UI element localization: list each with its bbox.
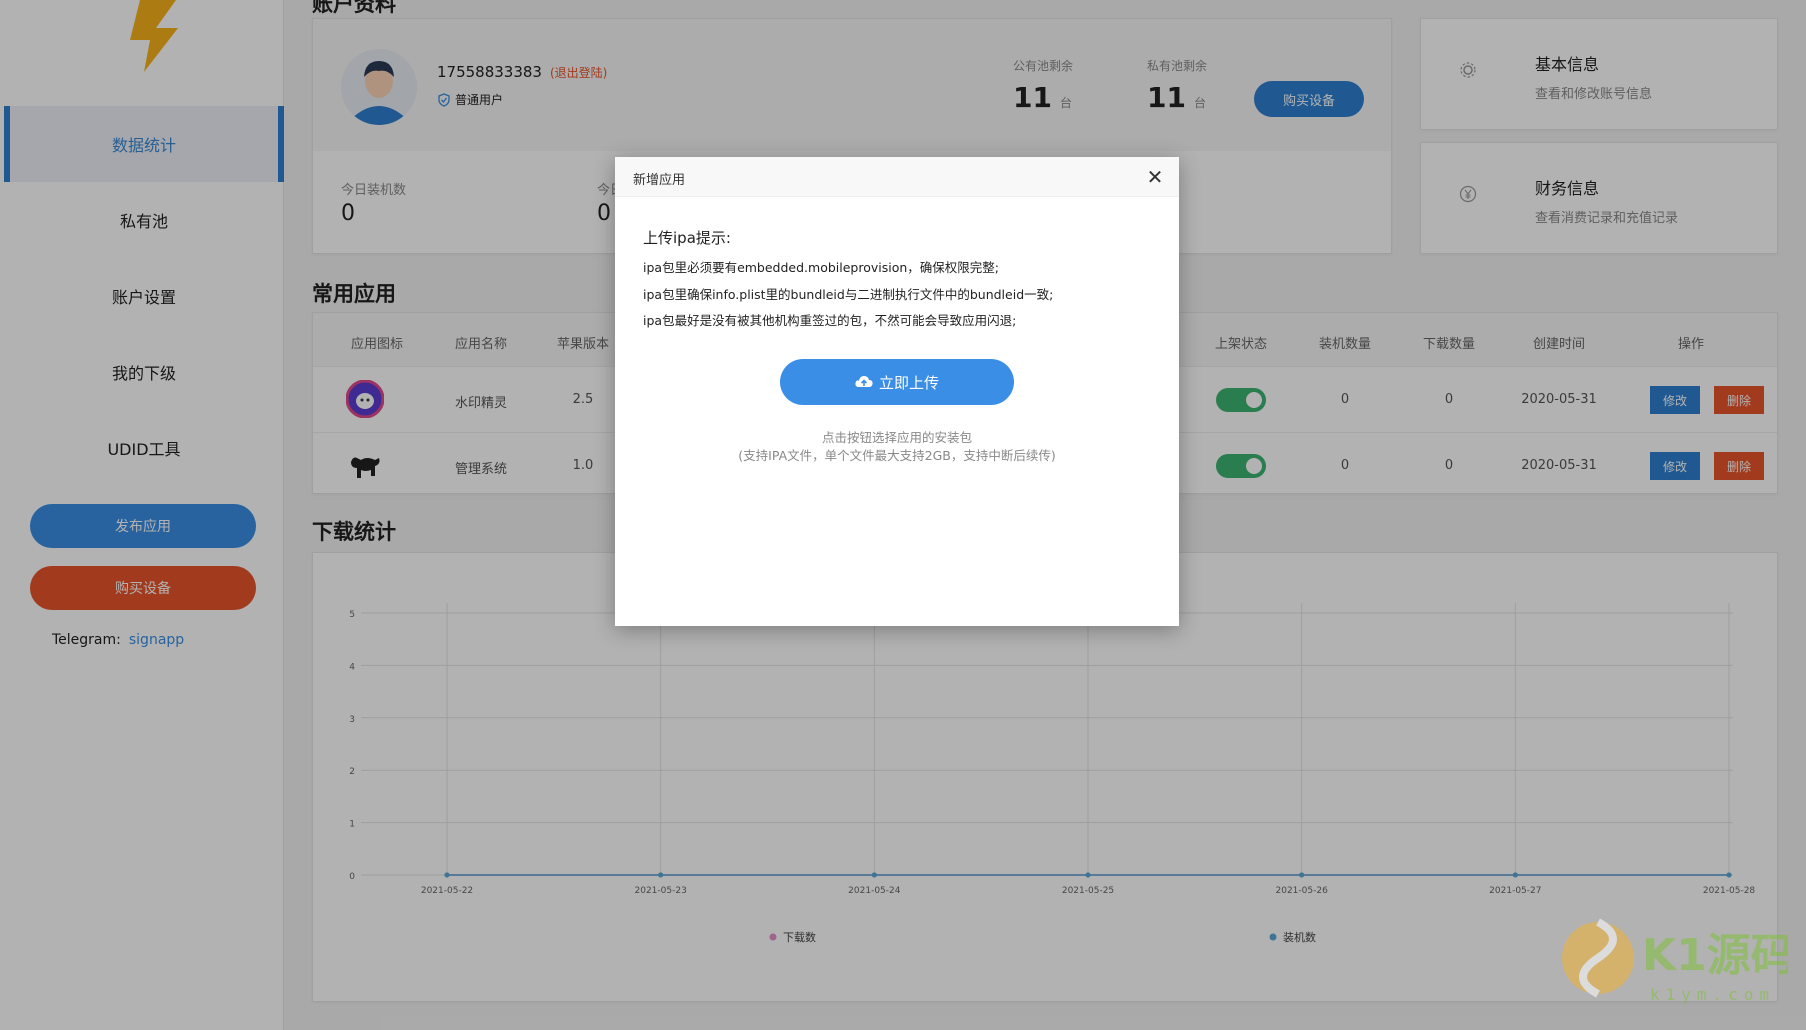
upload-tip: ipa包里必须要有embedded.mobileprovision，确保权限完整… <box>643 260 1000 275</box>
upload-tip: ipa包里确保info.plist里的bundleid与二进制执行文件中的bun… <box>643 287 1054 302</box>
upload-tip: ipa包最好是没有被其他机构重签过的包，不然可能会导致应用闪退; <box>643 313 1017 328</box>
modal-header: 新增应用 ✕ <box>615 157 1179 197</box>
watermark-url: k1ym.com <box>1650 985 1775 1004</box>
upload-tip-title: 上传ipa提示: <box>643 229 731 247</box>
add-app-modal: 新增应用 ✕ 上传ipa提示: ipa包里必须要有embedded.mobile… <box>615 157 1179 626</box>
watermark-text: K1源码 <box>1642 930 1788 981</box>
upload-hint: 点击按钮选择应用的安装包 <box>821 430 972 445</box>
modal-title: 新增应用 <box>633 173 686 188</box>
k1-logo-icon: K1源码 k1ym.com <box>1562 918 1795 1004</box>
watermark-logo: K1源码 k1ym.com <box>1558 908 1795 1008</box>
cloud-upload-icon <box>855 376 873 387</box>
upload-button-label: 立即上传 <box>878 373 939 392</box>
upload-hint-detail: (支持IPA文件，单个文件最大支持2GB，支持中断后续传) <box>738 448 1056 463</box>
close-icon[interactable]: ✕ <box>1143 165 1167 189</box>
upload-now-button[interactable]: 立即上传 <box>780 359 1014 405</box>
